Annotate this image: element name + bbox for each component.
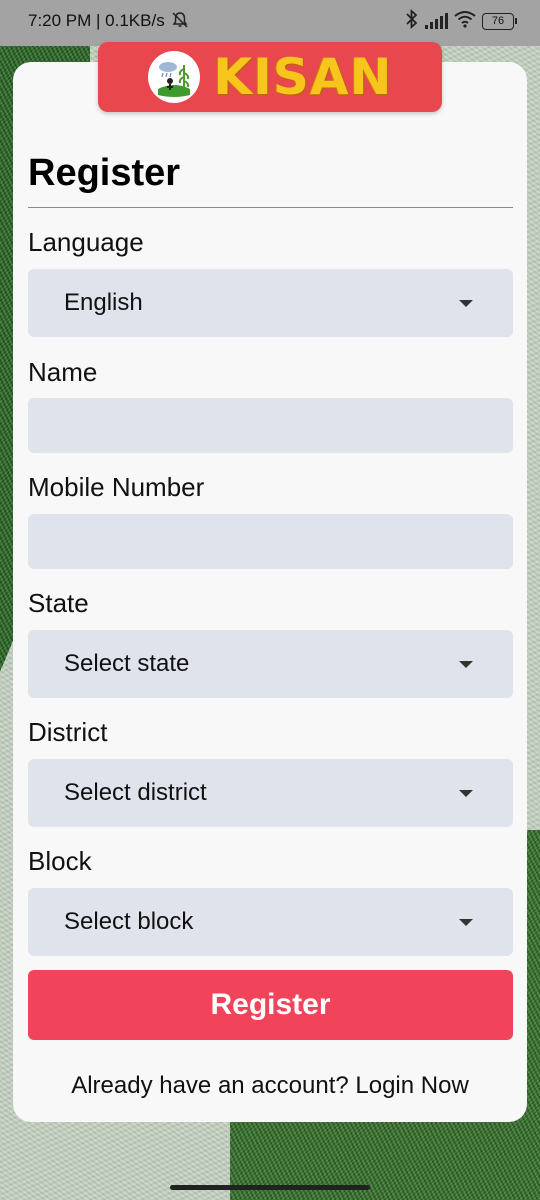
register-card	[13, 62, 527, 1122]
district-select[interactable]: Select district	[28, 759, 513, 827]
chevron-down-icon	[459, 299, 473, 307]
battery-icon: 76	[482, 12, 517, 30]
mobile-label: Mobile Number	[28, 472, 205, 502]
brand-banner: KISAN	[98, 42, 442, 112]
login-now-link[interactable]: Login Now	[355, 1072, 468, 1099]
name-label: Name	[28, 357, 98, 387]
language-label: Language	[28, 227, 144, 257]
navigation-handle[interactable]	[170, 1185, 370, 1190]
register-button[interactable]: Register	[28, 970, 513, 1040]
battery-level: 76	[491, 15, 505, 27]
login-prompt: Already have an account? Login Now	[0, 1072, 540, 1100]
mobile-number-input[interactable]	[28, 514, 513, 569]
district-label: District	[28, 717, 108, 747]
brand-name: KISAN	[213, 48, 393, 106]
status-time: 7:20 PM | 0.1KB/s	[28, 11, 165, 30]
state-value: Select state	[64, 650, 190, 677]
chevron-down-icon	[459, 918, 473, 926]
mute-bell-icon	[171, 11, 189, 32]
wifi-icon	[454, 10, 476, 33]
language-select[interactable]: English	[28, 269, 513, 337]
name-input[interactable]	[28, 398, 513, 453]
page-title: Register	[28, 152, 181, 194]
login-prompt-text: Already have an account?	[71, 1072, 349, 1099]
block-select[interactable]: Select block	[28, 888, 513, 956]
state-label: State	[28, 588, 89, 618]
district-value: Select district	[64, 779, 207, 806]
status-bar: 7:20 PM | 0.1KB/s 76	[0, 0, 540, 46]
title-divider	[28, 207, 513, 208]
state-select[interactable]: Select state	[28, 630, 513, 698]
farmer-logo-icon	[147, 51, 200, 103]
chevron-down-icon	[459, 789, 473, 797]
language-value: English	[64, 289, 143, 316]
block-value: Select block	[64, 908, 194, 935]
bluetooth-icon	[405, 8, 419, 34]
signal-icon	[425, 13, 448, 29]
chevron-down-icon	[459, 660, 473, 668]
block-label: Block	[28, 846, 92, 876]
